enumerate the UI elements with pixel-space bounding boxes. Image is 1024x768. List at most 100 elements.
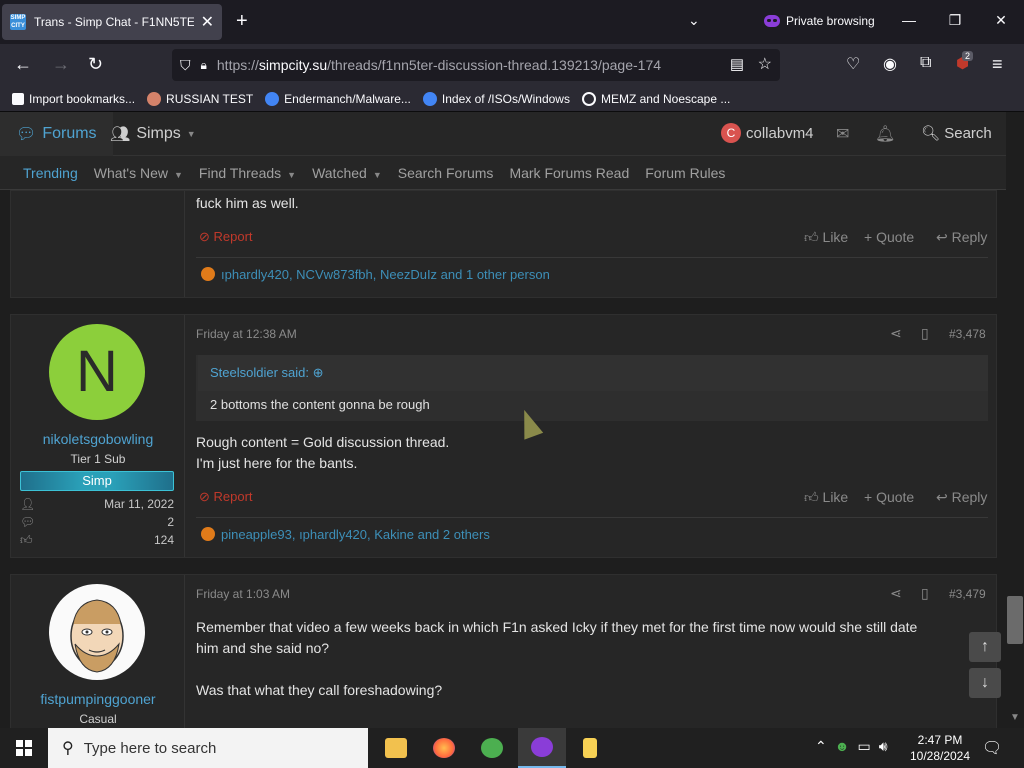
scroll-top-button[interactable]: ↑ <box>969 632 1001 662</box>
inbox-icon[interactable]: ✉ <box>836 124 849 144</box>
chevron-down-icon: ▼ <box>372 169 382 180</box>
reactions-bar[interactable]: pineapple93, ıphardly420, Kakine and 2 o… <box>201 527 490 542</box>
reload-icon[interactable]: ↻ <box>88 54 103 75</box>
extension-count-badge: 2 <box>962 51 974 61</box>
back-arrow-icon[interactable]: ← <box>14 54 32 75</box>
reply-button[interactable]: ↩ Reply <box>936 489 987 506</box>
chevron-up-icon[interactable]: ⌃ <box>815 738 827 755</box>
bookmark-import[interactable]: Import bookmarks... <box>12 92 135 106</box>
reply-button[interactable]: ↩ Reply <box>936 229 987 246</box>
extensions-icon[interactable]: ⧉ <box>920 54 931 72</box>
avatar[interactable]: N <box>49 324 145 420</box>
github-icon <box>147 91 162 106</box>
search-button[interactable]: 🔍︎ Search <box>921 124 992 142</box>
import-icon <box>12 92 24 105</box>
post-username[interactable]: fistpumpinggooner <box>11 691 185 707</box>
tracking-shield-icon[interactable]: ⛉ <box>180 57 191 74</box>
new-tab-icon[interactable]: + <box>236 10 248 33</box>
notification-icon[interactable]: 🗨︎ <box>982 738 1002 758</box>
subnav-whats-new[interactable]: What's New ▼ <box>94 165 183 181</box>
quote-text: 2 bottoms the content gonna be rough <box>210 397 430 412</box>
report-link[interactable]: ⊘ Report <box>199 229 253 245</box>
bookmark-icon[interactable]: ▯ <box>921 585 929 602</box>
tab-bar: SIMP CITY Trans - Simp Chat - F1NN5TER -… <box>0 0 1024 44</box>
post-username[interactable]: nikoletsgobowling <box>11 431 185 447</box>
like-button[interactable]: 👍︎ Like <box>804 229 848 246</box>
subnav-mark-read[interactable]: Mark Forums Read <box>509 165 629 181</box>
share-icon[interactable]: ⋖ <box>890 325 902 342</box>
firefox-button[interactable] <box>420 728 468 768</box>
post-number[interactable]: #3,478 <box>949 327 986 341</box>
close-window-icon[interactable]: ✕ <box>978 12 1024 29</box>
nav-forums[interactable]: 💬︎ Forums <box>0 112 113 156</box>
private-mask-icon <box>531 737 553 757</box>
warning-icon: ⊘ <box>199 489 214 504</box>
post-date[interactable]: Friday at 1:03 AM <box>196 587 290 601</box>
pocket-icon[interactable]: ♡ <box>846 54 860 74</box>
subnav-search-forums[interactable]: Search Forums <box>398 165 494 181</box>
taskbar-search[interactable]: ⚲ Type here to search <box>48 728 368 768</box>
firefox-private-button[interactable] <box>518 728 566 768</box>
report-link[interactable]: ⊘ Report <box>199 489 253 505</box>
notes-app-button[interactable] <box>566 728 614 768</box>
reactions-bar[interactable]: ıphardly420, NCVw873fbh, NeezDuIz and 1 … <box>201 267 550 282</box>
lock-icon[interactable]: 🔒︎ <box>201 58 207 73</box>
avatar[interactable] <box>49 584 145 680</box>
menu-hamburger-icon[interactable]: ≡ <box>992 54 1003 75</box>
user-avatar[interactable]: C <box>721 123 741 143</box>
bell-icon[interactable]: 🔔︎ <box>875 124 895 144</box>
bookmark-isos[interactable]: Index of /ISOs/Windows <box>422 91 570 106</box>
speech-bubble-icon: 💬︎ <box>20 515 36 529</box>
page-viewport: 💬︎ Forums 👥︎ Simps ▼ C collabvm4 ✉ 🔔︎ 🔍︎ Se… <box>0 112 1024 728</box>
restore-icon[interactable]: ❐ <box>932 12 978 29</box>
subnav-forum-rules[interactable]: Forum Rules <box>645 165 725 181</box>
quote-author[interactable]: Steelsoldier said: ⊕ <box>198 355 988 391</box>
scroll-bottom-button[interactable]: ↓ <box>969 668 1001 698</box>
wojak-avatar-icon <box>70 599 124 673</box>
bookmark-russian-test[interactable]: RUSSIAN TEST <box>147 91 253 106</box>
sub-navigation: Trending What's New ▼ Find Threads ▼ Watch… <box>0 156 1006 190</box>
network-icon[interactable]: ▭ <box>857 738 870 755</box>
quote-button[interactable]: + Quote <box>864 229 914 245</box>
browser-tab[interactable]: SIMP CITY Trans - Simp Chat - F1NN5TER -… <box>2 4 222 40</box>
post-number[interactable]: #3,479 <box>949 587 986 601</box>
like-button[interactable]: 👍︎ Like <box>804 489 848 506</box>
plus-icon: + <box>864 229 877 245</box>
forward-arrow-icon[interactable]: → <box>52 54 70 75</box>
scroll-down-arrow-icon[interactable]: ▼ <box>1010 712 1020 723</box>
folder-icon <box>385 738 407 758</box>
volume-icon[interactable]: 🔊︎ <box>879 738 888 755</box>
start-button[interactable] <box>0 728 48 768</box>
people-icon <box>481 738 503 758</box>
subnav-find-threads[interactable]: Find Threads ▼ <box>199 165 296 181</box>
minimize-icon[interactable]: — <box>886 12 932 28</box>
url-bar[interactable]: ⛉ 🔒︎ https://simpcity.su/threads/f1nn5te… <box>172 49 780 81</box>
people-icon[interactable]: ☻ <box>835 738 850 755</box>
account-username[interactable]: collabvm4 <box>746 125 814 142</box>
share-icon[interactable]: ⋖ <box>890 585 902 602</box>
post-3479: fistpumpinggooner Casual Friday at 1:03 … <box>10 574 997 728</box>
forums-icon: 💬︎ <box>16 126 37 143</box>
tab-close-icon[interactable]: ✕ <box>201 12 214 32</box>
bookmark-memz[interactable]: MEMZ and Noescape ... <box>581 91 730 106</box>
sticky-notes-icon <box>583 738 597 758</box>
user-icon: 👤︎ <box>20 497 36 511</box>
bookmark-icon[interactable]: ▯ <box>921 325 929 342</box>
quote-button[interactable]: + Quote <box>864 489 914 505</box>
post-user-column <box>11 191 185 297</box>
reader-view-icon[interactable]: ▤ <box>730 55 744 73</box>
clock[interactable]: 2:47 PM 10/28/2024 <box>905 732 975 764</box>
account-icon[interactable]: ◉ <box>883 54 897 74</box>
subnav-trending[interactable]: Trending <box>23 165 78 181</box>
people-app-button[interactable] <box>468 728 516 768</box>
bookmark-endermanch[interactable]: Endermanch/Malware... <box>265 91 411 106</box>
subnav-watched[interactable]: Watched ▼ <box>312 165 382 181</box>
file-explorer-button[interactable] <box>372 728 420 768</box>
bookmark-star-icon[interactable]: ☆ <box>758 54 772 74</box>
nav-simps[interactable]: 👥︎ Simps ▼ <box>110 112 196 156</box>
scrollbar-thumb[interactable] <box>1007 596 1023 644</box>
post-3478: N nikoletsgobowling Tier 1 Sub Simp 👤︎ Ma… <box>10 314 997 558</box>
url-text[interactable]: https://simpcity.su/threads/f1nn5ter-dis… <box>217 57 697 73</box>
list-all-tabs-icon[interactable]: ⌄ <box>688 12 700 29</box>
post-date[interactable]: Friday at 12:38 AM <box>196 327 297 341</box>
